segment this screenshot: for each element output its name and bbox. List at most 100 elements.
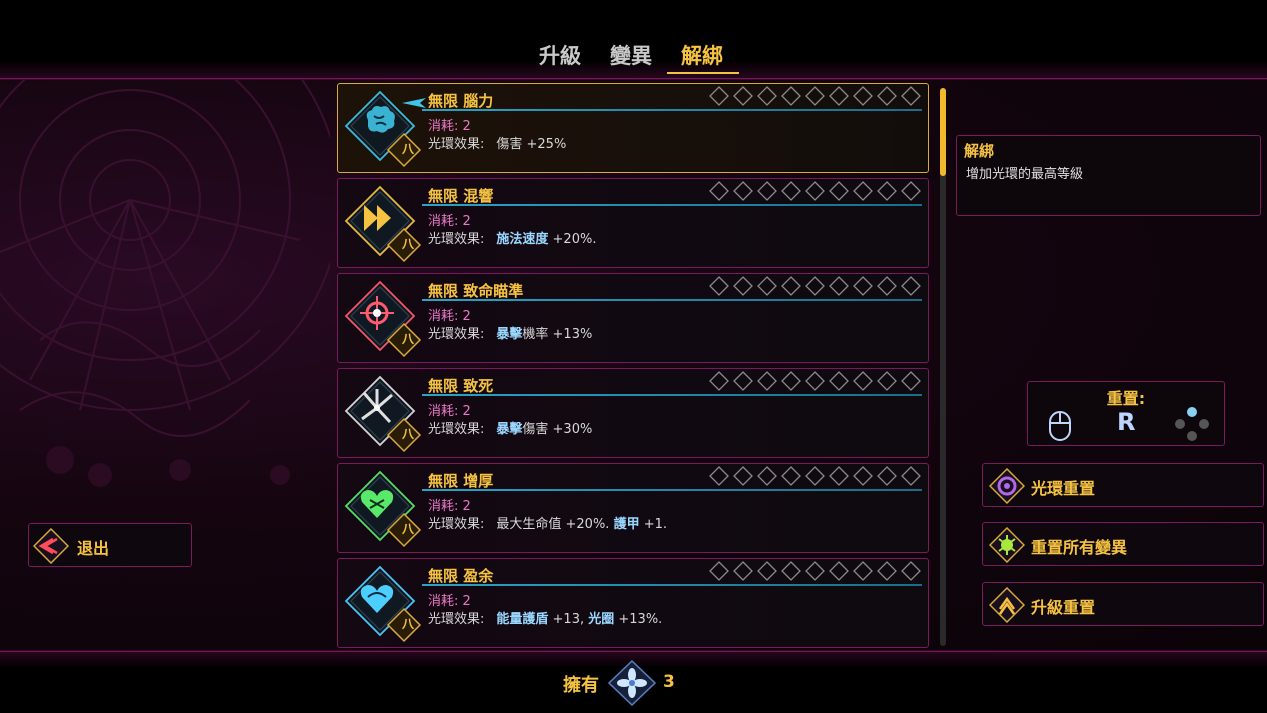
mouse-icon[interactable] xyxy=(1048,410,1072,442)
rank-pips xyxy=(709,180,924,202)
owned-label: 擁有 xyxy=(563,675,599,696)
rank-pip xyxy=(781,371,801,391)
rank-badge: 八 xyxy=(401,617,414,631)
rank-pip xyxy=(829,276,849,296)
rank-pip xyxy=(709,371,729,391)
aura-reset-button[interactable]: 光環重置 xyxy=(982,463,1264,507)
rank-pip xyxy=(877,276,897,296)
rank-badge: 八 xyxy=(401,332,414,346)
upgrade-row[interactable]: 八 無限 增厚 消耗: 2 光環效果: 最大生命值 +20%. 護甲 +1. xyxy=(337,463,929,553)
upgrade-row[interactable]: 八 無限 混響 消耗: 2 光環效果: 施法速度 +20%. xyxy=(337,178,929,268)
flower-gem-icon xyxy=(608,660,656,706)
rank-pip xyxy=(805,181,825,201)
rank-pip xyxy=(853,276,873,296)
rank-pip xyxy=(757,276,777,296)
mutation-bug-icon xyxy=(989,527,1025,563)
aura-effect: 光環效果: 傷害 +25% xyxy=(428,137,567,152)
selection-arrow-icon xyxy=(402,93,426,108)
rank-pips xyxy=(709,465,924,487)
rank-pip xyxy=(901,466,921,486)
gamepad-buttons-icon[interactable] xyxy=(1172,404,1212,444)
rank-pip xyxy=(877,181,897,201)
tab-upgrade[interactable]: 升級 xyxy=(539,40,581,70)
rank-pip xyxy=(757,466,777,486)
rank-pip xyxy=(901,86,921,106)
reset-all-mutations-button[interactable]: 重置所有變異 xyxy=(982,522,1264,566)
rank-pip xyxy=(733,86,753,106)
upgrade-row[interactable]: 八 無限 致命瞄準 消耗: 2 光環效果: 暴擊機率 +13% xyxy=(337,273,929,363)
name-underline xyxy=(422,299,922,301)
aura-effect: 光環效果: 最大生命值 +20%. 護甲 +1. xyxy=(428,517,668,532)
upgrade-row[interactable]: 八 無限 致死消耗: 2 光環效果: 暴擊傷害 +30% xyxy=(337,368,929,458)
rank-pip xyxy=(853,181,873,201)
swirl-icon xyxy=(989,468,1025,504)
upgrade-name: 無限 致死 xyxy=(428,377,494,395)
rank-pip xyxy=(733,561,753,581)
exit-button[interactable]: 退出 xyxy=(28,523,192,567)
rank-pip xyxy=(901,276,921,296)
rank-badge: 八 xyxy=(401,142,414,156)
rank-badge: 八 xyxy=(401,427,414,441)
rank-pips xyxy=(709,275,924,297)
upgrade-list: 八無限 腦力 消耗: 2 光環效果: 傷害 +25% 八無限 混響 消耗: 2 光環效果: 施… xyxy=(337,83,931,650)
upgrade-name: 無限 增厚 xyxy=(428,472,494,490)
name-underline xyxy=(422,489,922,491)
rank-pip xyxy=(733,371,753,391)
name-underline xyxy=(422,584,922,586)
aura-effect: 光環效果: 暴擊傷害 +30% xyxy=(428,422,593,437)
rank-pip xyxy=(805,86,825,106)
rank-pip xyxy=(733,466,753,486)
owned-count: 3 xyxy=(663,672,675,692)
rank-pip xyxy=(709,561,729,581)
rank-pip xyxy=(709,181,729,201)
rank-pips xyxy=(709,560,924,582)
rank-pip xyxy=(805,466,825,486)
aura-effect: 光環效果: 能量護盾 +13, 光圈 +13%. xyxy=(428,612,663,627)
upgrade-name: 無限 盈余 xyxy=(428,567,494,585)
active-tab-underline xyxy=(667,72,739,74)
upgrade-arrows-icon xyxy=(989,587,1025,623)
upgrade-cost: 消耗: 2 xyxy=(428,309,471,324)
upgrade-cost: 消耗: 2 xyxy=(428,404,471,419)
name-underline xyxy=(422,394,922,396)
upgrade-row[interactable]: 八 無限 盈余消耗: 2 光環效果: 能量護盾 +13, 光圈 +13%. xyxy=(337,558,929,648)
info-description: 增加光環的最高等級 xyxy=(966,167,1084,182)
reset-key-r[interactable]: R xyxy=(1117,408,1135,436)
rank-pip xyxy=(781,86,801,106)
rank-pip xyxy=(757,86,777,106)
upgrade-row[interactable]: 八 無限 腦力 消耗: 2 光環效果: 傷害 +25% xyxy=(337,83,929,173)
rank-pip xyxy=(709,276,729,296)
exit-arrow-icon xyxy=(33,528,69,564)
rank-pip xyxy=(901,371,921,391)
rank-pip xyxy=(805,276,825,296)
rank-pip xyxy=(781,276,801,296)
upgrade-cost: 消耗: 2 xyxy=(428,594,471,609)
name-underline xyxy=(422,204,922,206)
rank-pip xyxy=(853,86,873,106)
upgrade-name: 無限 腦力 xyxy=(428,92,494,110)
rank-pip xyxy=(853,466,873,486)
upgrade-name: 無限 混響 xyxy=(428,187,494,205)
tab-unbind[interactable]: 解綁 xyxy=(681,40,723,70)
rank-pip xyxy=(829,561,849,581)
scrollbar-thumb[interactable] xyxy=(940,88,946,176)
name-underline xyxy=(422,109,922,111)
rank-pips xyxy=(709,370,924,392)
rank-pip xyxy=(829,371,849,391)
rank-badge: 八 xyxy=(401,522,414,536)
rank-pip xyxy=(853,561,873,581)
upgrade-name: 無限 致命瞄準 xyxy=(428,282,524,300)
blades-icon: 八 xyxy=(344,375,422,453)
rank-pip xyxy=(733,181,753,201)
rank-pip xyxy=(805,371,825,391)
reset-keys-panel: 重置: R xyxy=(1027,381,1225,446)
info-title: 解綁 xyxy=(964,142,995,160)
rank-pip xyxy=(805,561,825,581)
rank-badge: 八 xyxy=(401,237,414,251)
upgrade-reset-button[interactable]: 升級重置 xyxy=(982,582,1264,626)
aura-effect: 光環效果: 施法速度 +20%. xyxy=(428,232,597,247)
aura-effect: 光環效果: 暴擊機率 +13% xyxy=(428,327,593,342)
rank-pip xyxy=(781,561,801,581)
rank-pip xyxy=(781,466,801,486)
tab-mutation[interactable]: 變異 xyxy=(610,40,652,70)
